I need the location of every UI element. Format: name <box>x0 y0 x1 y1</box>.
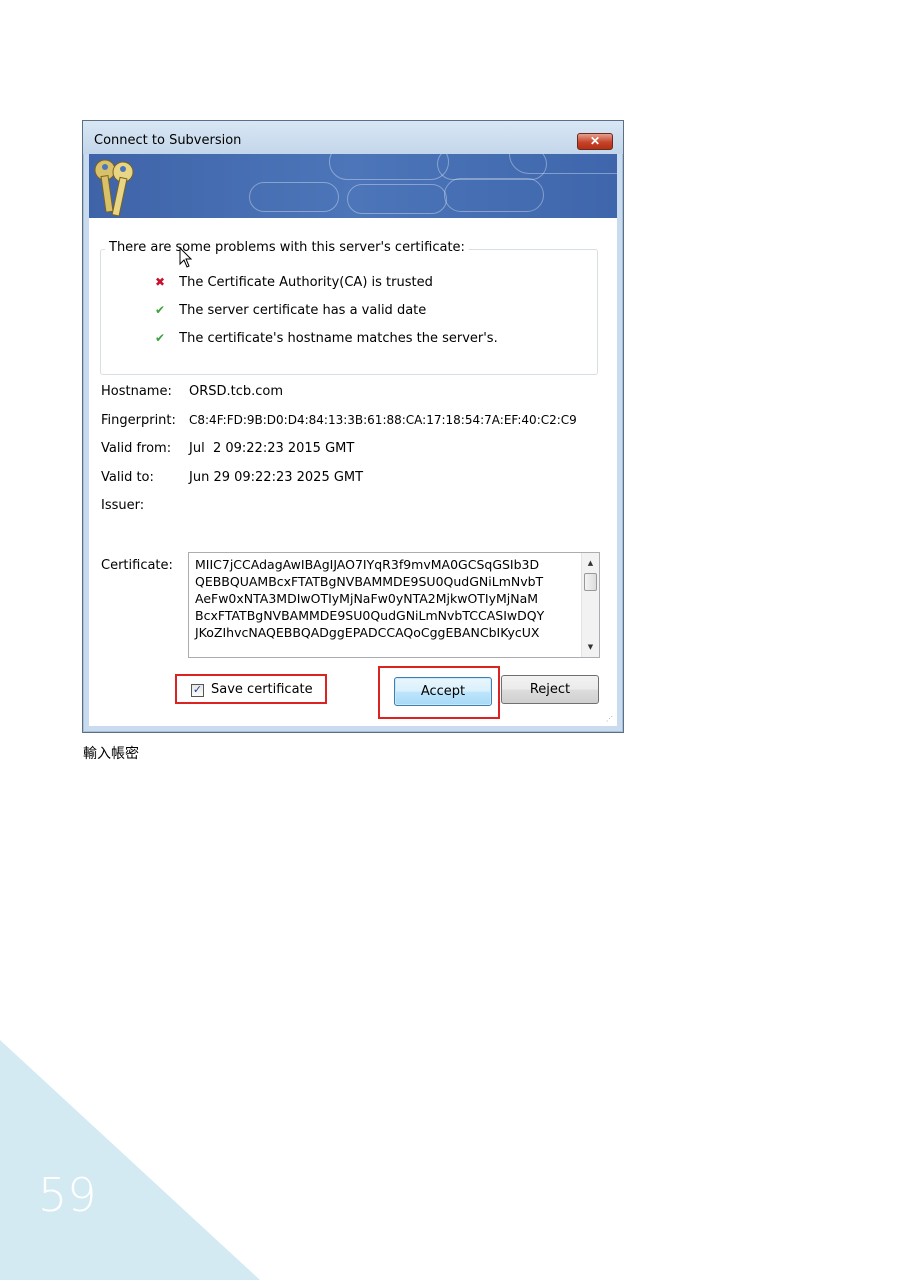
certificate-line: QEBBQUAMBcxFTATBgNVBAMMDE9SU0QudGNiLmNvb… <box>195 574 544 589</box>
close-button[interactable]: ✕ <box>577 133 613 150</box>
fingerprint-value: C8:4F:FD:9B:D0:D4:84:13:3B:61:88:CA:17:1… <box>189 413 577 427</box>
valid-from-value: Jul 2 09:22:23 2015 GMT <box>189 441 355 456</box>
problems-group-title: There are some problems with this server… <box>105 240 469 255</box>
valid-from-label: Valid from: <box>101 441 172 456</box>
scroll-thumb[interactable] <box>584 573 597 591</box>
pass-check-icon: ✔ <box>155 331 166 345</box>
scroll-down-arrow-icon[interactable]: ▼ <box>582 639 599 655</box>
check-valid-date: ✔ The server certificate has a valid dat… <box>155 303 426 318</box>
reject-button[interactable]: Reject <box>501 675 599 704</box>
check-hostname-match: ✔ The certificate's hostname matches the… <box>155 331 498 346</box>
banner <box>89 154 617 218</box>
corner-decoration <box>0 1040 260 1280</box>
page-number: 59 <box>38 1168 97 1222</box>
save-certificate-checkbox[interactable]: ✓ <box>191 684 204 697</box>
mouse-cursor-icon <box>179 247 193 268</box>
connect-dialog: Connect to Subversion ✕ There are some p… <box>82 120 624 733</box>
accept-button[interactable]: Accept <box>394 677 492 706</box>
issuer-label: Issuer: <box>101 498 145 513</box>
save-certificate-label[interactable]: Save certificate <box>211 682 313 697</box>
certificate-scrollbar[interactable]: ▲ ▼ <box>581 553 599 657</box>
valid-to-label: Valid to: <box>101 470 154 485</box>
check-ca-trusted: ✖ The Certificate Authority(CA) is trust… <box>155 275 433 290</box>
pass-check-icon: ✔ <box>155 303 166 317</box>
certificate-line: AeFw0xNTA3MDIwOTIyMjNaFw0yNTA2MjkwOTIyMj… <box>195 591 539 606</box>
keys-icon <box>94 159 134 217</box>
resize-grip-icon[interactable]: ⋰ <box>606 715 613 723</box>
title-bar: Connect to Subversion ✕ <box>83 121 623 154</box>
save-certificate-highlight: ✓ Save certificate <box>175 674 327 704</box>
certificate-line: BcxFTATBgNVBAMMDE9SU0QudGNiLmNvbTCCASIwD… <box>195 608 545 623</box>
accept-highlight: Accept <box>378 666 500 719</box>
check-label: The server certificate has a valid date <box>179 303 427 318</box>
fingerprint-label: Fingerprint: <box>101 413 176 428</box>
certificate-textarea[interactable]: MIIC7jCCAdagAwIBAgIJAO7IYqR3f9mvMA0GCSqG… <box>188 552 600 658</box>
figure-caption: 輸入帳密 <box>83 746 139 762</box>
certificate-line: JKoZIhvcNAQEBBQADggEPADCCAQoCggEBANCbIKy… <box>195 625 540 640</box>
hostname-value: ORSD.tcb.com <box>189 384 284 399</box>
hostname-label: Hostname: <box>101 384 172 399</box>
scroll-up-arrow-icon[interactable]: ▲ <box>582 555 599 571</box>
fail-x-icon: ✖ <box>155 275 166 289</box>
dialog-title: Connect to Subversion <box>94 133 242 148</box>
certificate-label: Certificate: <box>101 558 173 573</box>
check-label: The certificate's hostname matches the s… <box>179 331 498 346</box>
certificate-line: MIIC7jCCAdagAwIBAgIJAO7IYqR3f9mvMA0GCSqG… <box>195 557 540 572</box>
dialog-content: There are some problems with this server… <box>89 218 617 726</box>
valid-to-value: Jun 29 09:22:23 2025 GMT <box>189 470 364 485</box>
check-label: The Certificate Authority(CA) is trusted <box>179 275 433 290</box>
